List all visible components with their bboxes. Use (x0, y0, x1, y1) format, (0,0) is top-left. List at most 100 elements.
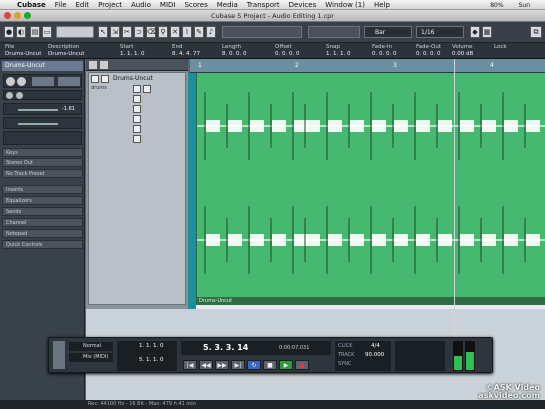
left-locator-value[interactable]: 1. 1. 1. 0 (139, 343, 164, 349)
nudge-controls[interactable] (308, 26, 360, 38)
grid-type-select[interactable]: Bar (364, 26, 412, 38)
project-cursor[interactable] (454, 59, 455, 369)
section-equalizers[interactable]: Equalizers (2, 196, 83, 205)
play-tool-icon[interactable]: ♪ (206, 26, 216, 38)
write-automation-button[interactable] (58, 77, 80, 86)
info-value-offset[interactable]: 0. 0. 0. 0 (275, 51, 300, 57)
constrain-delay-button[interactable]: ◐ (16, 26, 26, 38)
range-tool-icon[interactable]: ⇲ (110, 26, 120, 38)
zoom-tool-icon[interactable]: ⚲ (158, 26, 168, 38)
read-button[interactable] (133, 95, 141, 103)
split-tool-icon[interactable]: ✂ (122, 26, 132, 38)
menu-transport[interactable]: Transport (247, 1, 280, 9)
section-sends[interactable]: Sends (2, 207, 83, 216)
info-value-description[interactable]: Drums-Uncut (48, 51, 84, 57)
monitor-track-button[interactable] (143, 85, 151, 93)
menu-media[interactable]: Media (217, 1, 238, 9)
auto-scroll-controls[interactable] (222, 26, 302, 38)
menu-app[interactable]: Cubase (17, 1, 46, 9)
transport-mini-controls[interactable] (56, 26, 94, 38)
glue-tool-icon[interactable]: ⊃ (134, 26, 144, 38)
menu-midi[interactable]: MIDI (160, 1, 176, 9)
info-value-start[interactable]: 1. 1. 1. 0 (120, 51, 145, 57)
menu-window[interactable]: Window (1) (325, 1, 365, 9)
infoline-toggle-icon[interactable]: ▭ (42, 26, 52, 38)
edit-channel-button[interactable] (133, 135, 141, 143)
record-enable-button[interactable] (6, 92, 13, 99)
activate-project-button[interactable]: ● (4, 26, 14, 38)
audio-event[interactable] (196, 73, 545, 299)
stop-button[interactable]: ■ (263, 360, 277, 370)
sync-toggle[interactable]: SYNC (338, 361, 351, 367)
fast-forward-button[interactable]: ▶▶ (215, 360, 229, 370)
info-value-length[interactable]: 8. 0. 0. 0 (222, 51, 247, 57)
info-value-volume[interactable]: 0.00 dB (452, 51, 473, 57)
snap-toggle-icon[interactable]: ▦ (482, 26, 492, 38)
time-warp-tool-icon[interactable]: ⌇ (182, 26, 192, 38)
menu-help[interactable]: Help (374, 1, 390, 9)
marker-panel[interactable] (395, 341, 445, 371)
record-button[interactable]: ● (295, 360, 309, 370)
tempo-value[interactable]: 90.000 (365, 352, 384, 358)
menu-project[interactable]: Project (98, 1, 122, 9)
menu-scores[interactable]: Scores (184, 1, 207, 9)
inspector-track-name[interactable]: Drums-Uncut (2, 61, 83, 71)
go-to-end-button[interactable]: ▶| (231, 360, 245, 370)
ruler[interactable]: 1 2 3 4 (190, 59, 545, 73)
volume-value[interactable]: -1.61 (62, 106, 75, 112)
info-value-snap[interactable]: 1. 1. 1. 0 (326, 51, 351, 57)
object-select-tool-icon[interactable]: ↖ (98, 26, 108, 38)
global-mute-button[interactable] (89, 61, 97, 69)
signature-value[interactable]: 4/4 (371, 343, 380, 349)
section-notepad[interactable]: Notepad (2, 229, 83, 238)
global-solo-button[interactable] (100, 61, 108, 69)
pan-slider[interactable] (18, 123, 58, 125)
right-locator-value[interactable]: 5. 1. 1. 0 (139, 357, 164, 363)
output-routing[interactable]: Stereo Out (2, 158, 83, 167)
mute-tool-icon[interactable]: ✕ (170, 26, 180, 38)
track-header[interactable]: Drums-Uncut drums (88, 72, 186, 305)
menu-devices[interactable]: Devices (289, 1, 317, 9)
section-inserts[interactable]: Inserts (2, 185, 83, 194)
solo-button[interactable] (17, 77, 26, 86)
draw-tool-icon[interactable]: ✎ (194, 26, 204, 38)
play-button[interactable]: ▶ (279, 360, 293, 370)
inspector-toggle-icon[interactable]: ▤ (30, 26, 40, 38)
record-arm-button[interactable] (133, 85, 141, 93)
volume-slider[interactable] (18, 109, 58, 111)
cycle-record-mode-select[interactable]: Mix (MIDI) (69, 353, 113, 362)
rewind-button[interactable]: ◀◀ (199, 360, 213, 370)
mute-button[interactable] (6, 77, 15, 86)
info-value-fade-in[interactable]: 0. 0. 0. 0 (372, 51, 397, 57)
info-value-file[interactable]: Drums-Uncut (5, 51, 41, 57)
info-value-end[interactable]: 8. 4. 4. 77 (172, 51, 200, 57)
window-layout-icon[interactable]: ⧉ (530, 26, 542, 38)
menu-edit[interactable]: Edit (76, 1, 90, 9)
lock-button[interactable] (133, 115, 141, 123)
cycle-button[interactable]: ↻ (247, 360, 261, 370)
info-value-fade-out[interactable]: 0. 0. 0. 0 (416, 51, 441, 57)
secondary-time-display[interactable]: 0:00:07.031 (279, 345, 309, 351)
monitor-button[interactable] (16, 92, 23, 99)
input-routing[interactable]: Keys (2, 148, 83, 157)
track-name[interactable]: Drums-Uncut (113, 75, 153, 82)
go-to-start-button[interactable]: |◀ (183, 360, 197, 370)
record-mode-select[interactable]: Normal (69, 342, 113, 351)
info-label-offset: Offset (275, 44, 292, 50)
menu-file[interactable]: File (55, 1, 67, 9)
lanes-button[interactable] (133, 125, 141, 133)
track-mute-button[interactable] (91, 75, 99, 83)
read-automation-button[interactable] (32, 77, 54, 86)
section-channel[interactable]: Channel (2, 218, 83, 227)
track-solo-button[interactable] (101, 75, 109, 83)
erase-tool-icon[interactable]: ⌫ (146, 26, 157, 38)
color-tool-icon[interactable]: ◆ (470, 26, 480, 38)
click-toggle[interactable]: CLICK (338, 343, 353, 349)
primary-time-display[interactable]: 5. 3. 3. 14 (203, 343, 248, 352)
tempo-track-toggle[interactable]: TRACK (338, 352, 354, 358)
section-quick-controls[interactable]: Quick Controls (2, 240, 83, 249)
menu-audio[interactable]: Audio (131, 1, 151, 9)
track-preset-select[interactable]: No Track Preset (2, 169, 83, 178)
write-button[interactable] (133, 105, 141, 113)
quantize-select[interactable]: 1/16 (416, 26, 464, 38)
